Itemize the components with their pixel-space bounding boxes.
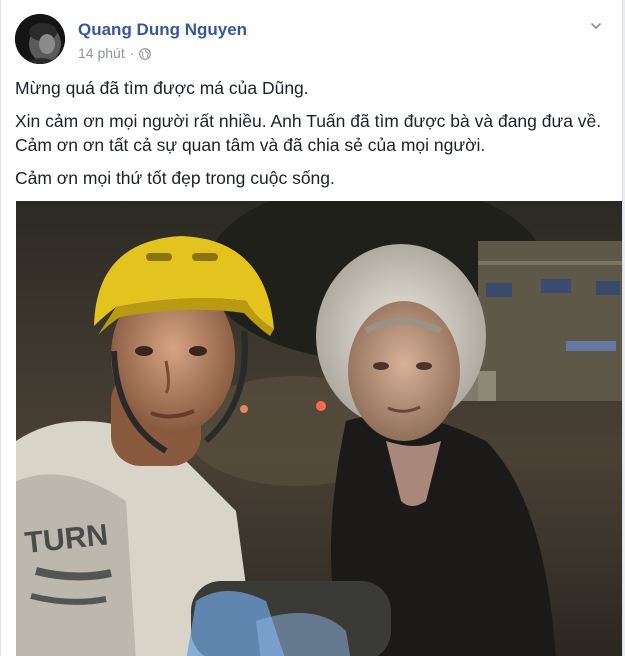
post-meta: 14 phút · xyxy=(78,45,152,61)
post-paragraph-2: Xin cảm ơn mọi người rất nhiều. Anh Tuấn… xyxy=(15,111,602,155)
post-photo[interactable]: TURN xyxy=(16,201,622,656)
post-card: Quang Dung Nguyen 14 phút · Mừng quá đã … xyxy=(0,0,623,656)
post-timestamp[interactable]: 14 phút xyxy=(78,45,125,61)
chevron-down-icon[interactable] xyxy=(586,16,606,36)
post-paragraph-3: Cảm ơn mọi thứ tốt đẹp trong cuộc sống. xyxy=(15,168,335,188)
author-name[interactable]: Quang Dung Nguyen xyxy=(78,20,247,40)
author-avatar[interactable] xyxy=(15,14,65,64)
post-paragraph-1: Mừng quá đã tìm được má của Dũng. xyxy=(15,78,309,98)
photo-image: TURN xyxy=(16,201,622,656)
post-header: Quang Dung Nguyen 14 phút · xyxy=(15,14,610,68)
avatar-image xyxy=(15,14,65,64)
meta-separator: · xyxy=(129,45,135,61)
post-text: Mừng quá đã tìm được má của Dũng. Xin cả… xyxy=(15,76,611,199)
globe-icon[interactable] xyxy=(139,47,152,60)
